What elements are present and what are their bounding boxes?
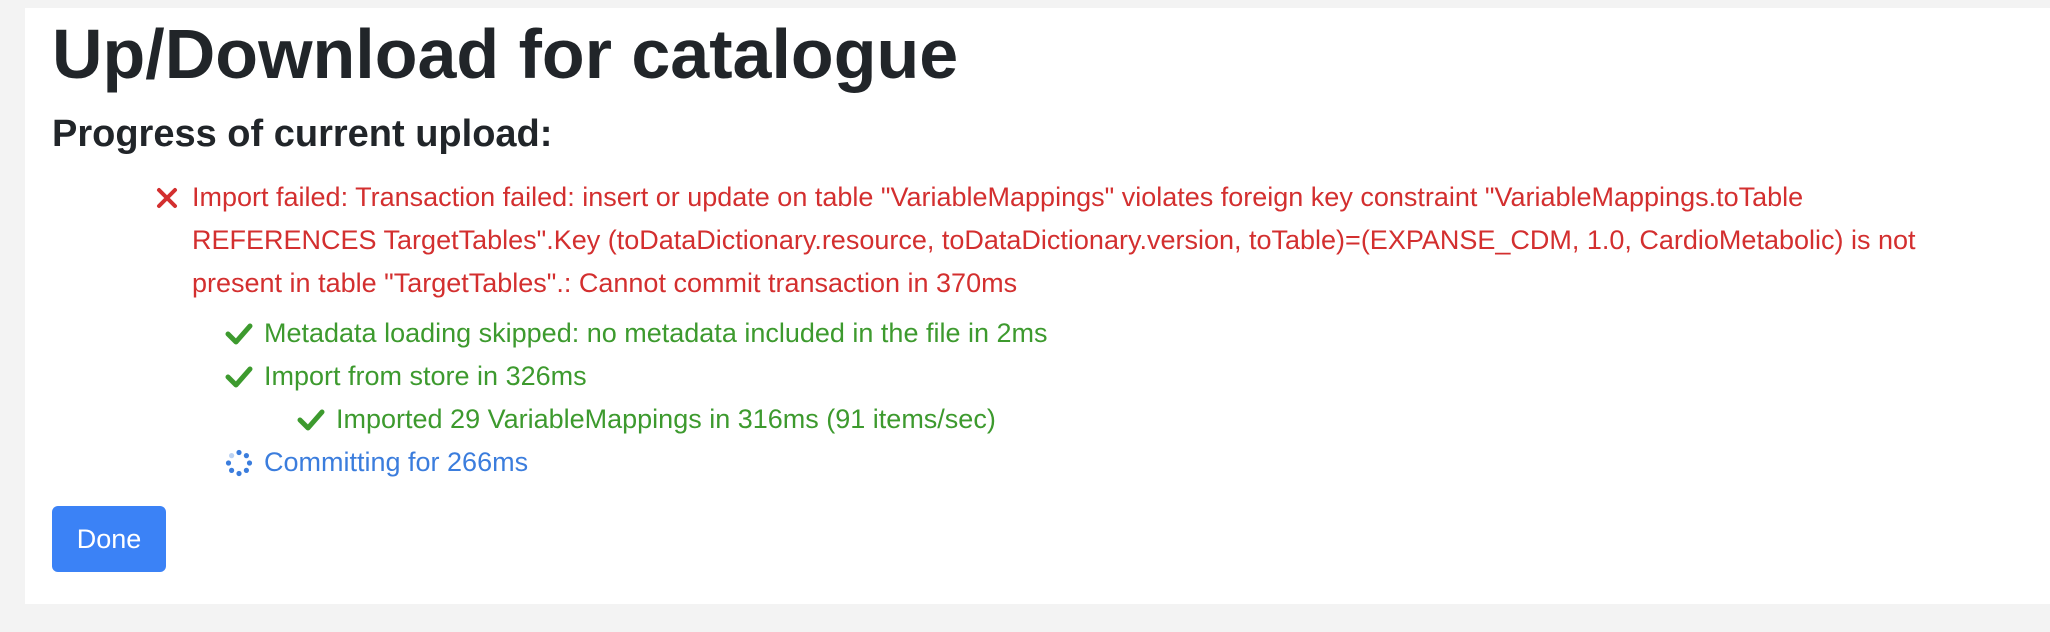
check-icon <box>224 355 254 398</box>
check-icon <box>296 398 326 441</box>
page-title: Up/Download for catalogue <box>52 15 959 93</box>
progress-step-metadata: Metadata loading skipped: no metadata in… <box>224 312 1624 355</box>
progress-step-text: Imported 29 VariableMappings in 316ms (9… <box>336 404 996 434</box>
upload-card: Up/Download for catalogue Progress of cu… <box>25 8 2050 604</box>
progress-step-committing: Committing for 266ms <box>224 441 1624 484</box>
progress-heading: Progress of current upload: <box>52 113 553 155</box>
progress-step-import-failed: Import failed: Transaction failed: inser… <box>152 176 1992 305</box>
progress-step-text: Import from store in 326ms <box>264 361 587 391</box>
x-icon <box>152 176 182 219</box>
check-icon <box>224 312 254 355</box>
progress-step-imported: Imported 29 VariableMappings in 316ms (9… <box>296 398 1696 441</box>
progress-step-text: Import failed: Transaction failed: inser… <box>192 182 1916 298</box>
done-button[interactable]: Done <box>52 506 166 572</box>
progress-step-import-store: Import from store in 326ms <box>224 355 1624 398</box>
progress-step-text: Committing for 266ms <box>264 447 529 477</box>
progress-step-text: Metadata loading skipped: no metadata in… <box>264 318 1048 348</box>
spinner-icon <box>224 441 254 484</box>
